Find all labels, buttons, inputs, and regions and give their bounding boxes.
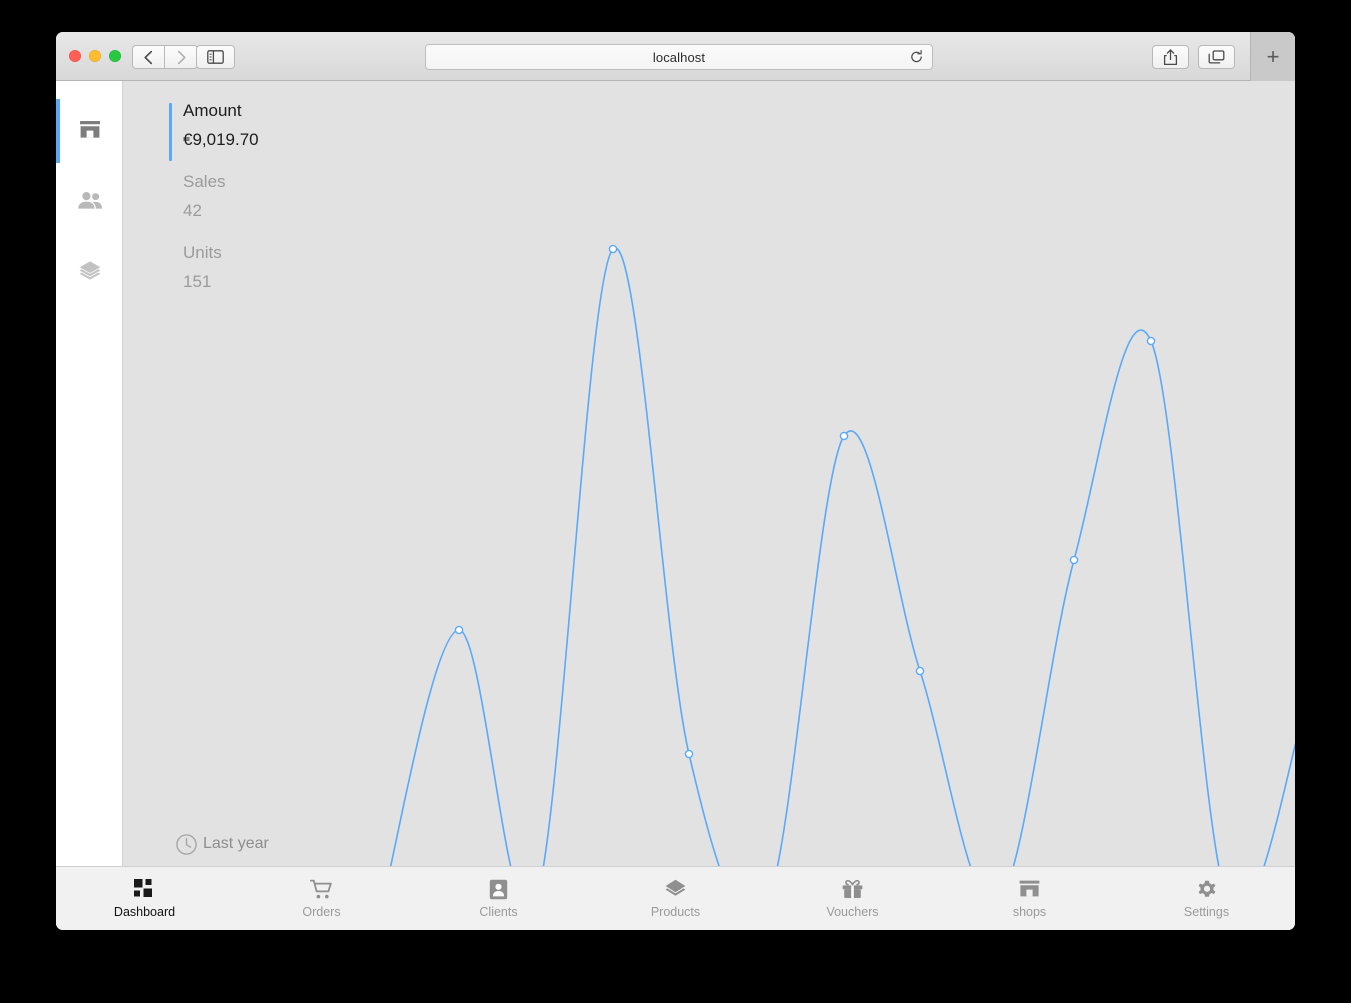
sidebar-item-layers[interactable]: [56, 239, 123, 303]
tab-orders[interactable]: Orders: [233, 867, 410, 930]
sidebar-active-indicator: [56, 99, 60, 163]
tab-dashboard[interactable]: Dashboard: [56, 867, 233, 930]
sidebar-toggle-button[interactable]: [196, 45, 235, 69]
stat-sales-value: 42: [183, 201, 202, 220]
contact-card-icon: [489, 878, 508, 900]
copy-tabs-icon: [1208, 49, 1225, 64]
chart-svg: [377, 244, 1295, 920]
stat-units-value: 151: [183, 272, 212, 291]
browser-window: localhost + Amount €9,019.70 Sales 42 Un…: [56, 32, 1295, 930]
stat-sales-label: Sales: [183, 172, 226, 191]
stat-accent-bar: [169, 103, 172, 161]
address-bar-url: localhost: [652, 49, 706, 65]
shop-icon: [79, 121, 100, 138]
tab-clients[interactable]: Clients: [410, 867, 587, 930]
reload-icon[interactable]: [909, 50, 924, 65]
tab-clients-label: Clients: [479, 905, 518, 919]
chart-marker-group: [377, 244, 1233, 909]
gift-icon: [841, 878, 864, 900]
share-button[interactable]: [1152, 45, 1189, 69]
sidebar-item-people[interactable]: [56, 169, 123, 233]
bottom-tab-bar: Dashboard Orders Clients Products Vouche…: [56, 866, 1295, 930]
page-content: Amount €9,019.70 Sales 42 Units 151 Last…: [56, 81, 1295, 930]
chart-data-point[interactable]: [608, 244, 618, 254]
window-traffic-lights: [69, 50, 121, 62]
tab-products-label: Products: [650, 905, 701, 919]
toolbar-right-buttons: [1152, 45, 1235, 69]
tab-settings-label: Settings: [1183, 905, 1230, 919]
forward-button[interactable]: [165, 45, 198, 69]
tab-shops[interactable]: shops: [941, 867, 1118, 930]
layers-icon: [79, 261, 100, 280]
tab-products[interactable]: Products: [587, 867, 764, 930]
navigation-buttons: [132, 45, 198, 69]
new-tab-label: +: [1266, 43, 1280, 69]
tab-orders-label: Orders: [302, 905, 341, 919]
layers-icon: [664, 878, 687, 900]
store-icon: [1018, 878, 1041, 900]
address-bar[interactable]: localhost: [425, 44, 933, 70]
stat-amount: Amount €9,019.70: [169, 101, 259, 161]
stat-amount-value: €9,019.70: [183, 130, 259, 149]
chart-data-point[interactable]: [839, 431, 849, 441]
app-sidebar: [56, 81, 123, 866]
tab-dashboard-label: Dashboard: [113, 905, 176, 919]
chart-data-point[interactable]: [454, 625, 464, 635]
stat-sales: Sales 42: [169, 172, 259, 221]
close-window-button[interactable]: [69, 50, 81, 62]
tab-vouchers-label: Vouchers: [826, 905, 879, 919]
cart-icon: [310, 878, 333, 900]
chart-data-point[interactable]: [684, 749, 694, 759]
tab-settings[interactable]: Settings: [1118, 867, 1295, 930]
share-icon: [1163, 48, 1178, 65]
tab-shops-label: shops: [1012, 905, 1047, 919]
stat-units: Units 151: [169, 243, 259, 292]
maximize-window-button[interactable]: [109, 50, 121, 62]
stat-units-label: Units: [183, 243, 222, 262]
tab-overview-button[interactable]: [1198, 45, 1235, 69]
chart-data-point[interactable]: [1146, 336, 1156, 346]
chart-data-point[interactable]: [1069, 555, 1079, 565]
sidebar-panel-icon: [207, 50, 224, 64]
stat-amount-label: Amount: [183, 101, 242, 120]
chevron-left-icon: [144, 50, 153, 64]
chart-data-point[interactable]: [915, 666, 925, 676]
sidebar-item-shop[interactable]: [56, 99, 123, 163]
people-icon: [77, 192, 102, 209]
dashboard-grid-icon: [134, 878, 155, 900]
dashboard-content: Amount €9,019.70 Sales 42 Units 151 Last…: [123, 81, 1295, 930]
tab-vouchers[interactable]: Vouchers: [764, 867, 941, 930]
stats-panel: Amount €9,019.70 Sales 42 Units 151: [169, 101, 259, 314]
sales-chart: [123, 81, 1295, 930]
legend-item-last-year[interactable]: Last year: [169, 822, 269, 866]
gear-icon: [1196, 878, 1218, 900]
new-tab-button[interactable]: +: [1250, 32, 1295, 81]
chevron-right-icon: [177, 50, 186, 64]
back-button[interactable]: [132, 45, 165, 69]
chart-line-path: [381, 247, 1295, 920]
clock-icon: [169, 833, 203, 856]
browser-toolbar: localhost +: [56, 32, 1295, 81]
legend-label-last-year: Last year: [203, 835, 269, 852]
minimize-window-button[interactable]: [89, 50, 101, 62]
